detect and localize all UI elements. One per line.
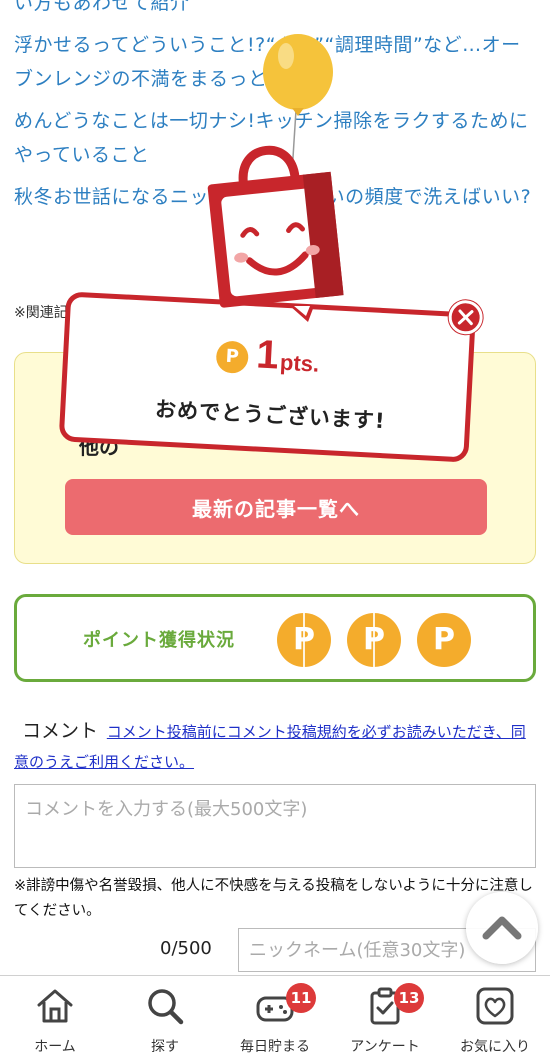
points-popup-overlay: P 1 pts. おめでとうございます! — [0, 0, 550, 975]
nav-item-favorites[interactable]: お気に入り — [440, 976, 550, 1062]
points-unit: pts. — [279, 349, 320, 377]
point-coin-icon: P — [215, 340, 250, 374]
notification-badge: 13 — [394, 983, 424, 1013]
nav-item-search[interactable]: 探す — [110, 976, 220, 1062]
nav-label: お気に入り — [460, 1039, 530, 1055]
nav-label: ホーム — [34, 1039, 76, 1055]
nav-label: 探す — [151, 1039, 179, 1055]
nav-item-home[interactable]: ホーム — [0, 976, 110, 1062]
nav-label: アンケート — [350, 1039, 420, 1055]
nav-label: 毎日貯まる — [240, 1039, 310, 1055]
search-icon — [148, 989, 184, 1025]
heart-icon — [476, 987, 514, 1025]
congrats-message: おめでとうございます! — [154, 397, 387, 434]
nav-item-daily[interactable]: 11 毎日貯まる — [220, 976, 330, 1062]
nav-item-survey[interactable]: 13 アンケート — [330, 976, 440, 1062]
notification-badge: 11 — [286, 983, 316, 1013]
article-page: い方もあわせて紹介 浮かせるってどういうこと!?“ムラ”“調理時間”など…オーブ… — [0, 0, 550, 975]
shopping-bag-mascot-icon — [207, 145, 344, 322]
bottom-navigation: ホーム 探す 11 毎日貯まる 13 アンケート お気に入り — [0, 975, 550, 1062]
home-icon — [37, 989, 73, 1023]
